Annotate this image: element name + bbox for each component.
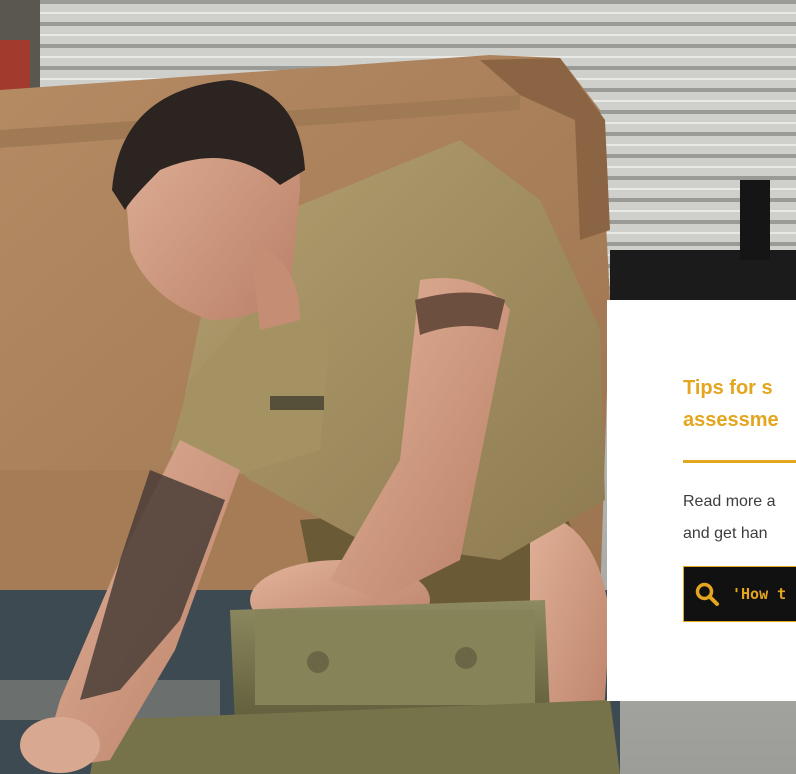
title-divider bbox=[683, 460, 796, 463]
info-card: Tips for s assessme Read more a and get … bbox=[607, 300, 796, 701]
card-body-text: Read more a and get han bbox=[683, 493, 776, 542]
search-button[interactable]: 'How t bbox=[683, 566, 796, 622]
card-title: Tips for s assessme bbox=[683, 377, 779, 431]
search-icon bbox=[694, 581, 720, 607]
search-button-label: 'How t bbox=[732, 585, 787, 603]
